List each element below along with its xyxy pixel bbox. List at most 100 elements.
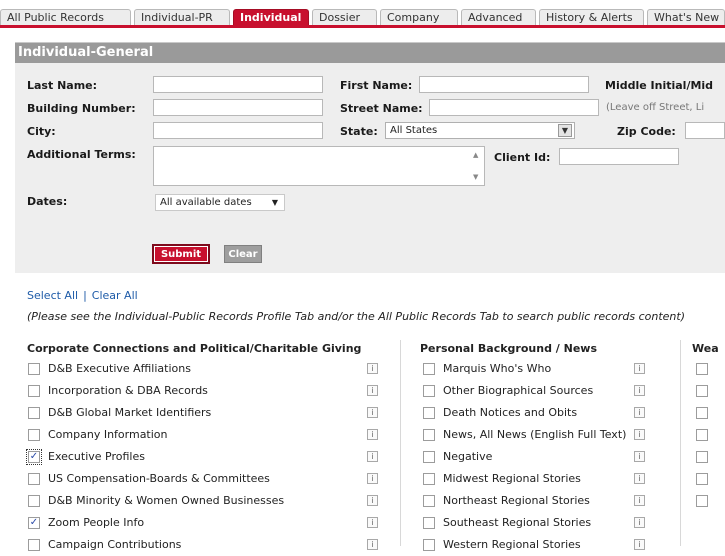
source-item-label: Western Regional Stories [443,538,581,551]
source-item-label: Incorporation & DBA Records [48,384,208,397]
source-item-incorporation-and-dba-records[interactable]: Incorporation & DBA Records i [28,382,381,402]
middle-initial-label: Middle Initial/Mid [605,79,714,92]
source-item-death-notices-and-obits[interactable]: Death Notices and Obits i [423,404,648,424]
first-name-field[interactable] [419,76,589,93]
tab-history-alerts[interactable]: History & Alerts [539,9,644,25]
last-name-field[interactable] [153,76,323,93]
info-icon[interactable]: i [367,407,378,418]
scroll-up-icon[interactable]: ▲ [473,151,478,159]
info-icon[interactable]: i [634,363,645,374]
zip-code-field[interactable] [685,122,725,139]
checkbox-icon[interactable] [28,473,40,485]
state-select[interactable]: All States ▼ [385,122,575,139]
client-id-field[interactable] [559,148,679,165]
source-item-us-compensation-boards-and-committees[interactable]: US Compensation-Boards & Committees i [28,470,381,490]
source-item-northeast-regional-stories[interactable]: Northeast Regional Stories i [423,492,648,512]
additional-terms-field[interactable]: ▲ ▼ [153,146,485,186]
source-item-company-information[interactable]: Company Information i [28,426,381,446]
info-icon[interactable]: i [367,473,378,484]
source-item-dandb-executive-affiliations[interactable]: D&B Executive Affiliations i [28,360,381,380]
dates-select[interactable]: All available dates ▼ [155,194,285,211]
checkbox-icon[interactable] [696,363,708,375]
submit-button[interactable]: Submit [152,244,210,264]
street-name-field[interactable] [429,99,599,116]
tab-dossier[interactable]: Dossier [312,9,377,25]
info-icon[interactable]: i [367,451,378,462]
source-item-western-regional-stories[interactable]: Western Regional Stories i [423,536,648,556]
source-item-midwest-regional-stories[interactable]: Midwest Regional Stories i [423,470,648,490]
source-item-negative[interactable]: Negative i [423,448,648,468]
info-icon[interactable]: i [367,517,378,528]
clear-all-link[interactable]: Clear All [92,289,138,302]
source-item-label: Executive Profiles [48,450,145,463]
tab-label: History & Alerts [546,11,633,24]
source-item-dandb-minority-and-women-owned-businesses[interactable]: D&B Minority & Women Owned Businesses i [28,492,381,512]
checkbox-icon[interactable] [423,473,435,485]
checkbox-icon[interactable] [28,385,40,397]
scroll-down-icon[interactable]: ▼ [473,173,478,181]
checkbox-icon[interactable] [423,539,435,551]
tab-individual[interactable]: Individual [233,9,309,25]
caret-down-icon[interactable]: ▼ [272,195,278,210]
checkbox-icon[interactable] [28,495,40,507]
building-number-field[interactable] [153,99,323,116]
source-item-label: Marquis Who's Who [443,362,552,375]
source-item-other-biographical-sources[interactable]: Other Biographical Sources i [423,382,648,402]
info-icon[interactable]: i [367,539,378,550]
tab-all-public-records[interactable]: All Public Records [0,9,131,25]
checkbox-icon[interactable] [423,385,435,397]
textarea-scrollbar[interactable]: ▲ ▼ [470,147,484,185]
tab-individual-pr[interactable]: Individual-PR [134,9,230,25]
source-item-zoom-people-info[interactable]: ✓ Zoom People Info i [28,514,381,534]
source-item-dandb-global-market-identifiers[interactable]: D&B Global Market Identifiers i [28,404,381,424]
tab-whats-new[interactable]: What's New [647,9,725,25]
checkbox-icon[interactable] [696,495,708,507]
select-all-link[interactable]: Select All [27,289,78,302]
dates-selected-value: All available dates [160,197,252,208]
checkbox-icon[interactable] [423,517,435,529]
info-icon[interactable]: i [367,429,378,440]
source-item-executive-profiles[interactable]: ✓ Executive Profiles i [26,448,381,468]
info-icon[interactable]: i [634,451,645,462]
source-item-news-all-news-english-full-text[interactable]: News, All News (English Full Text) i [423,426,648,446]
checkbox-icon[interactable] [423,407,435,419]
checkbox-icon[interactable] [28,363,40,375]
info-icon[interactable]: i [634,495,645,506]
checkbox-icon[interactable] [28,429,40,441]
tab-company[interactable]: Company [380,9,458,25]
info-icon[interactable]: i [634,473,645,484]
checkbox-icon[interactable] [28,407,40,419]
source-item-label: D&B Global Market Identifiers [48,406,212,419]
clear-button[interactable]: Clear [224,245,262,263]
checkbox-icon[interactable] [423,495,435,507]
checkbox-icon[interactable] [423,451,435,463]
checkbox-icon[interactable] [696,385,708,397]
street-name-label: Street Name: [340,102,423,115]
info-icon[interactable]: i [367,495,378,506]
zip-code-label: Zip Code: [617,125,676,138]
checkbox-icon[interactable] [423,429,435,441]
source-item-campaign-contributions[interactable]: Campaign Contributions i [28,536,381,556]
checkbox-icon[interactable] [696,473,708,485]
checkbox-icon[interactable] [28,539,40,551]
checkbox-icon[interactable] [423,363,435,375]
info-icon[interactable]: i [634,407,645,418]
checkbox-icon[interactable]: ✓ [28,517,40,529]
checkbox-icon[interactable] [696,451,708,463]
info-icon[interactable]: i [634,429,645,440]
info-icon[interactable]: i [634,385,645,396]
chevron-down-icon[interactable]: ▼ [558,124,572,137]
checkbox-icon[interactable] [696,407,708,419]
checkbox-icon[interactable]: ✓ [26,449,42,465]
source-item-southeast-regional-stories[interactable]: Southeast Regional Stories i [423,514,648,534]
info-icon[interactable]: i [367,363,378,374]
state-label: State: [340,125,378,138]
info-icon[interactable]: i [634,517,645,528]
info-icon[interactable]: i [367,385,378,396]
city-field[interactable] [153,122,323,139]
source-item-label: Northeast Regional Stories [443,494,590,507]
tab-advanced[interactable]: Advanced [461,9,536,25]
checkbox-icon[interactable] [696,429,708,441]
source-item-marquis-who-s-who[interactable]: Marquis Who's Who i [423,360,648,380]
info-icon[interactable]: i [634,539,645,550]
